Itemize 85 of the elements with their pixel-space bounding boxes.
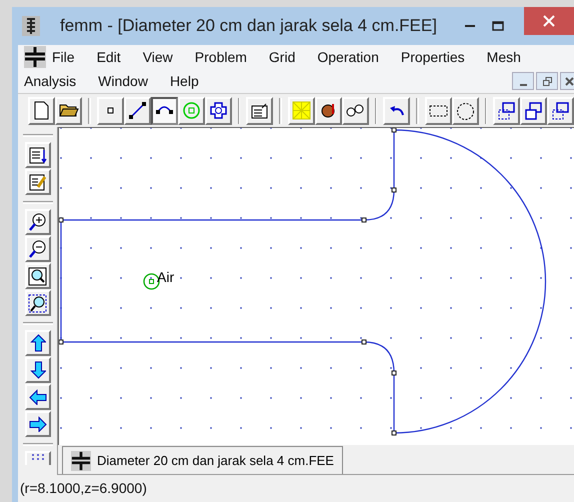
node-mode-button[interactable] [96,96,124,124]
window-title: femm - [Diameter 20 cm dan jarak sela 4 cm.FEE] [60,15,437,38]
menu-item[interactable]: View [142,46,173,68]
menu-item[interactable]: Problem [194,46,247,68]
minimize-icon [520,84,526,86]
select-rectangle-button[interactable] [424,96,452,124]
mesh-icon [292,101,310,120]
minimize-icon [465,24,475,28]
pan-down-button[interactable] [24,357,50,383]
menu-item[interactable]: Grid [268,46,296,68]
mirror-button[interactable] [547,96,574,124]
zoom-fit-icon [28,266,47,286]
mdi-restore-button[interactable] [536,72,558,90]
pan-right-button[interactable] [24,411,50,437]
arrow-down-icon [30,361,46,379]
menu-item[interactable]: File [52,46,75,68]
run-icon [321,103,335,118]
maximize-icon [492,21,504,31]
document-tab[interactable]: Diameter 20 cm dan jarak sela 4 cm.FEE [62,446,343,474]
menu-item[interactable]: Operation [317,46,379,68]
group-mode-button[interactable] [204,96,232,124]
close-icon [543,15,555,27]
zoom-fit-button[interactable] [24,263,50,289]
group-icon [210,102,226,119]
close-button[interactable] [524,7,574,35]
mdi-minimize-button[interactable] [512,72,534,90]
edit-button[interactable] [24,169,50,195]
new-file-icon [34,101,49,120]
arc-mode-button[interactable] [150,96,178,124]
view-results-button[interactable] [342,96,368,124]
menu-item[interactable]: Help [170,70,199,92]
pan-up-button[interactable] [24,330,50,356]
zoom-in-icon [29,213,46,231]
list-button[interactable] [24,142,50,168]
grid-icon [30,453,44,461]
mdi-close-button[interactable] [560,72,574,90]
zoom-out-icon [29,240,46,258]
pan-left-button[interactable] [24,384,50,410]
copy-button[interactable] [493,96,520,124]
menu-item[interactable]: Window [98,70,148,92]
restore-icon [542,76,552,86]
menu-item[interactable]: Mesh [486,46,521,68]
block-label-icon [182,102,200,119]
block-label: Air [157,268,174,287]
open-button[interactable] [55,96,82,124]
move-icon [525,102,542,120]
node-icon [106,107,114,114]
block-label-mode-button[interactable] [178,96,204,124]
grid-button[interactable] [24,451,50,465]
mesh-button[interactable] [288,96,314,124]
zoom-window-icon [28,294,47,312]
select-circle-button[interactable] [452,96,478,124]
properties-button[interactable] [246,96,273,124]
zoom-out-button[interactable] [24,236,50,262]
zoom-in-button[interactable] [24,209,50,235]
document-icon [24,46,46,68]
arrow-left-icon [28,389,46,405]
run-button[interactable] [314,96,342,124]
arrow-right-icon [28,416,46,432]
glasses-icon [346,104,364,117]
move-button[interactable] [520,96,547,124]
copy-icon [552,102,569,120]
select-rectangle-icon [428,104,448,116]
close-icon [565,76,574,86]
edit-icon [29,174,46,190]
undo-button[interactable] [383,96,410,124]
menu-item[interactable]: Properties [400,46,465,68]
open-folder-icon [58,104,78,117]
menu-item[interactable]: Edit [96,46,121,68]
document-icon [71,450,91,470]
line-icon [128,101,146,120]
status-text: (r=8.1000,z=6.9000) [20,479,147,498]
arc-icon [154,106,174,115]
properties-icon [251,102,268,118]
arrow-up-icon [30,334,46,352]
segment-mode-button[interactable] [124,96,150,124]
select-circle-icon [456,102,474,120]
app-icon [22,16,40,36]
copy-icon [498,102,515,120]
undo-icon [389,105,404,116]
menu-item[interactable]: Analysis [24,70,76,92]
drawing-canvas[interactable]: Air [58,127,574,445]
zoom-window-button[interactable] [24,290,50,316]
new-file-button[interactable] [28,96,55,124]
list-icon [28,146,46,164]
